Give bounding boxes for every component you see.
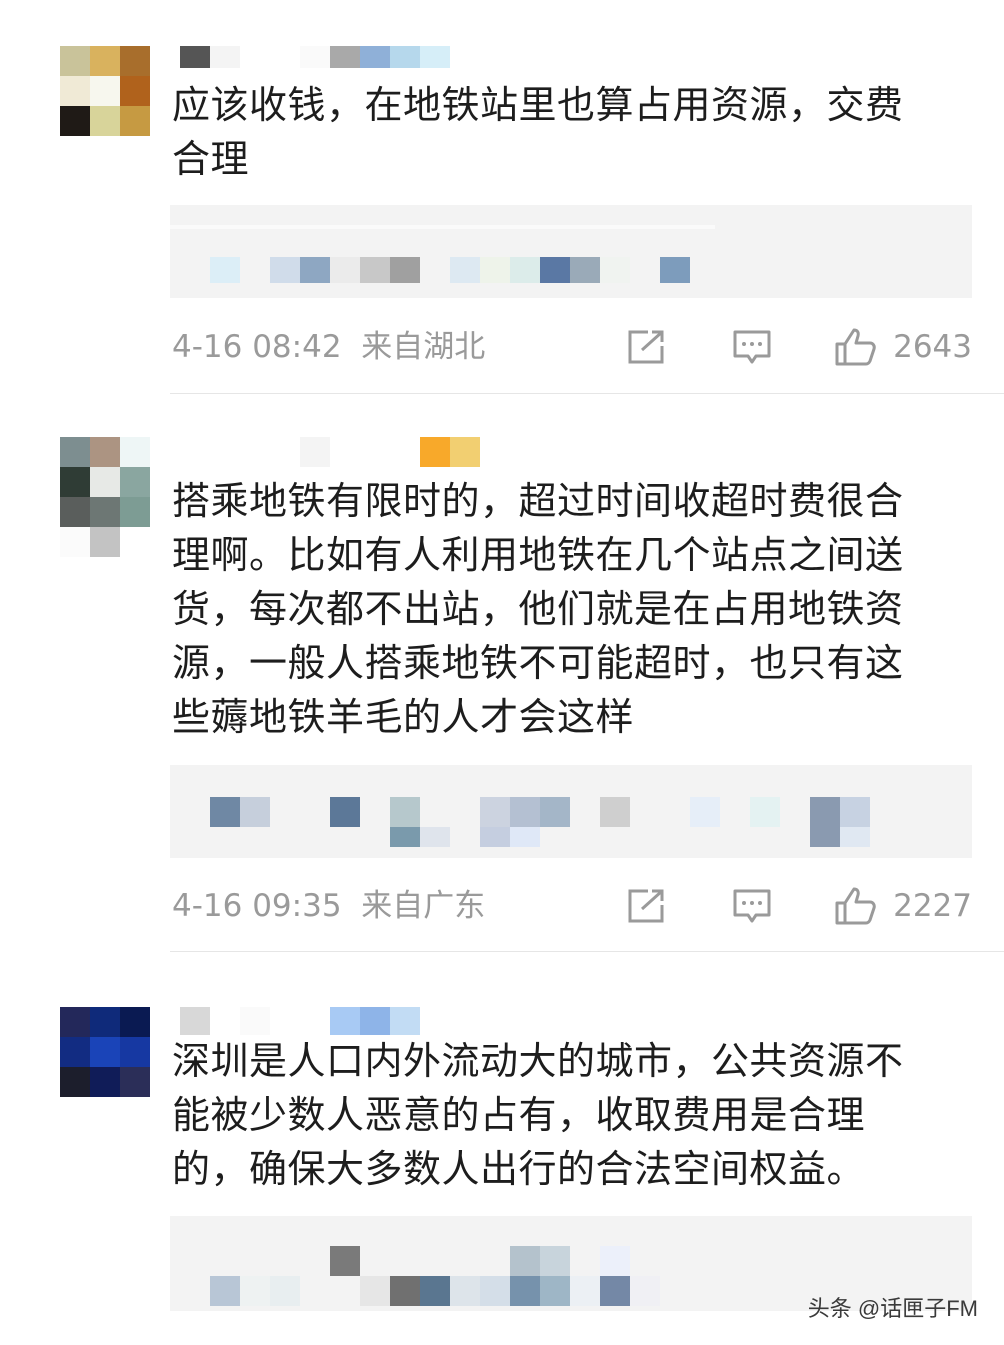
avatar[interactable] bbox=[60, 46, 150, 136]
username-pixelated[interactable] bbox=[180, 46, 450, 68]
share-icon[interactable] bbox=[626, 329, 666, 369]
quoted-reply-pixelated[interactable] bbox=[170, 205, 972, 298]
divider bbox=[170, 393, 1004, 394]
like-count: 2227 bbox=[893, 888, 972, 924]
username-pixelated[interactable] bbox=[180, 1007, 420, 1035]
timestamp-location: 4-16 08:42 来自湖北 bbox=[172, 327, 485, 367]
thumbs-up-icon[interactable] bbox=[834, 886, 878, 930]
comment-icon[interactable] bbox=[732, 329, 772, 369]
thumbs-up-icon[interactable] bbox=[834, 327, 878, 371]
watermark: 头条 @话匣子FM bbox=[807, 1296, 978, 1321]
comment-icon[interactable] bbox=[732, 888, 772, 928]
comment-time: 4-16 08:42 bbox=[172, 329, 342, 365]
timestamp-location: 4-16 09:35 来自广东 bbox=[172, 886, 485, 926]
comment-meta: 4-16 09:35 来自广东 2227 bbox=[172, 886, 972, 926]
divider bbox=[170, 951, 1004, 952]
avatar[interactable] bbox=[60, 437, 150, 557]
share-icon[interactable] bbox=[626, 888, 666, 928]
comment-location: 来自湖北 bbox=[361, 329, 486, 365]
comment-location: 来自广东 bbox=[361, 888, 486, 924]
avatar[interactable] bbox=[60, 1007, 150, 1097]
quoted-reply-pixelated[interactable] bbox=[170, 765, 972, 858]
comment-text: 深圳是人口内外流动大的城市，公共资源不 能被少数人恶意的占有，收取费用是合理 的… bbox=[172, 1039, 904, 1191]
comment-meta: 4-16 08:42 来自湖北 2643 bbox=[172, 327, 972, 367]
comment-text: 搭乘地铁有限时的，超过时间收超时费很合 理啊。比如有人利用地铁在几个站点之间送 … bbox=[172, 479, 904, 739]
comment-time: 4-16 09:35 bbox=[172, 888, 342, 924]
username-pixelated[interactable] bbox=[180, 437, 480, 467]
comment-text: 应该收钱，在地铁站里也算占用资源，交费 合理 bbox=[172, 83, 904, 181]
like-count: 2643 bbox=[893, 329, 972, 365]
